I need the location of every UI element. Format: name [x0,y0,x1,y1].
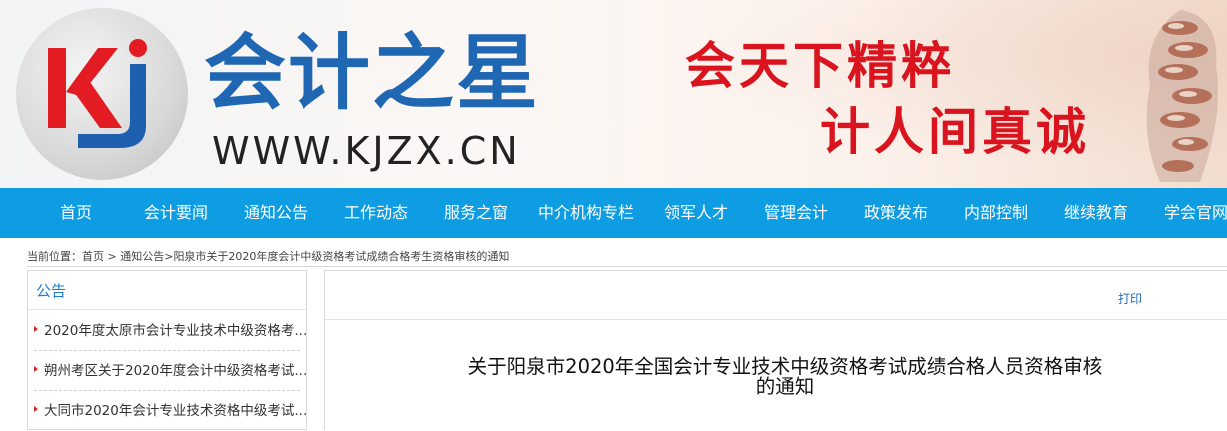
list-item[interactable]: 2020年度太原市会计专业技术中级资格考... [28,311,306,351]
nav-management-accounting[interactable]: 管理会计 [764,188,828,238]
list-item[interactable]: 大同市2020年会计专业技术资格中级考试... [28,391,306,431]
nav-society-website[interactable]: 学会官网 [1164,188,1227,238]
bullet-icon [34,406,38,412]
bullet-icon [34,326,38,332]
breadcrumb-home-link[interactable]: 首页 [82,250,104,263]
site-url: WWW.KJZX.CN [212,129,521,173]
nav-home[interactable]: 首页 [60,188,92,238]
main-nav: 首页 会计要闻 通知公告 工作动态 服务之窗 中介机构专栏 领军人才 管理会计 … [0,188,1227,238]
nav-service-window[interactable]: 服务之窗 [444,188,508,238]
breadcrumb: 当前位置：首页 > 通知公告>阳泉市关于2020年度会计中级资格考试成绩合格考生… [27,248,509,266]
nav-agency-column[interactable]: 中介机构专栏 [538,188,634,238]
abacus-decoration-icon [1146,10,1218,182]
nav-continuing-education[interactable]: 继续教育 [1064,188,1128,238]
breadcrumb-separator: > [104,250,121,263]
site-banner: Kj 会计之星 WWW.KJZX.CN 会天下精粹 计人间真诚 [0,0,1227,188]
nav-internal-control[interactable]: 内部控制 [964,188,1028,238]
nav-leading-talent[interactable]: 领军人才 [664,188,728,238]
kj-logo-icon [48,39,147,148]
breadcrumb-section-link[interactable]: 通知公告 [120,250,164,263]
nav-accounting-news[interactable]: 会计要闻 [144,188,208,238]
article-title-line-2: 的通知 [755,375,815,398]
slogan-line-1: 会天下精粹 [685,37,955,95]
list-item-label[interactable]: 大同市2020年会计专业技术资格中级考试... [44,401,306,421]
nav-work-updates[interactable]: 工作动态 [344,188,408,238]
panel-title: 公告 [36,282,67,300]
list-item-label[interactable]: 2020年度太原市会计专业技术中级资格考... [44,321,306,341]
breadcrumb-prefix: 当前位置： [27,250,82,263]
nav-policy-release[interactable]: 政策发布 [864,188,928,238]
breadcrumb-current: 阳泉市关于2020年度会计中级资格考试成绩合格考生资格审核的通知 [173,250,510,263]
nav-notices[interactable]: 通知公告 [244,188,308,238]
article-title: 关于阳泉市2020年全国会计专业技术中级资格考试成绩合格人员资格审核 的通知 [395,357,1175,397]
list-item[interactable]: 朔州考区关于2020年度会计中级资格考试... [28,351,306,391]
article-toolbar-divider [325,319,1227,320]
list-item-label[interactable]: 朔州考区关于2020年度会计中级资格考试... [44,361,306,381]
print-button[interactable]: 打印 [1118,290,1142,307]
panel-divider [28,309,306,310]
bullet-icon [34,366,38,372]
article-title-line-1: 关于阳泉市2020年全国会计专业技术中级资格考试成绩合格人员资格审核 [467,355,1103,378]
announcement-panel: 公告 2020年度太原市会计专业技术中级资格考... 朔州考区关于2020年度会… [27,270,307,430]
slogan-line-2: 计人间真诚 [820,103,1090,161]
site-name: 会计之星 [204,26,541,121]
breadcrumb-divider [27,266,1227,267]
article-panel: 打印 关于阳泉市2020年全国会计专业技术中级资格考试成绩合格人员资格审核 的通… [324,270,1227,430]
